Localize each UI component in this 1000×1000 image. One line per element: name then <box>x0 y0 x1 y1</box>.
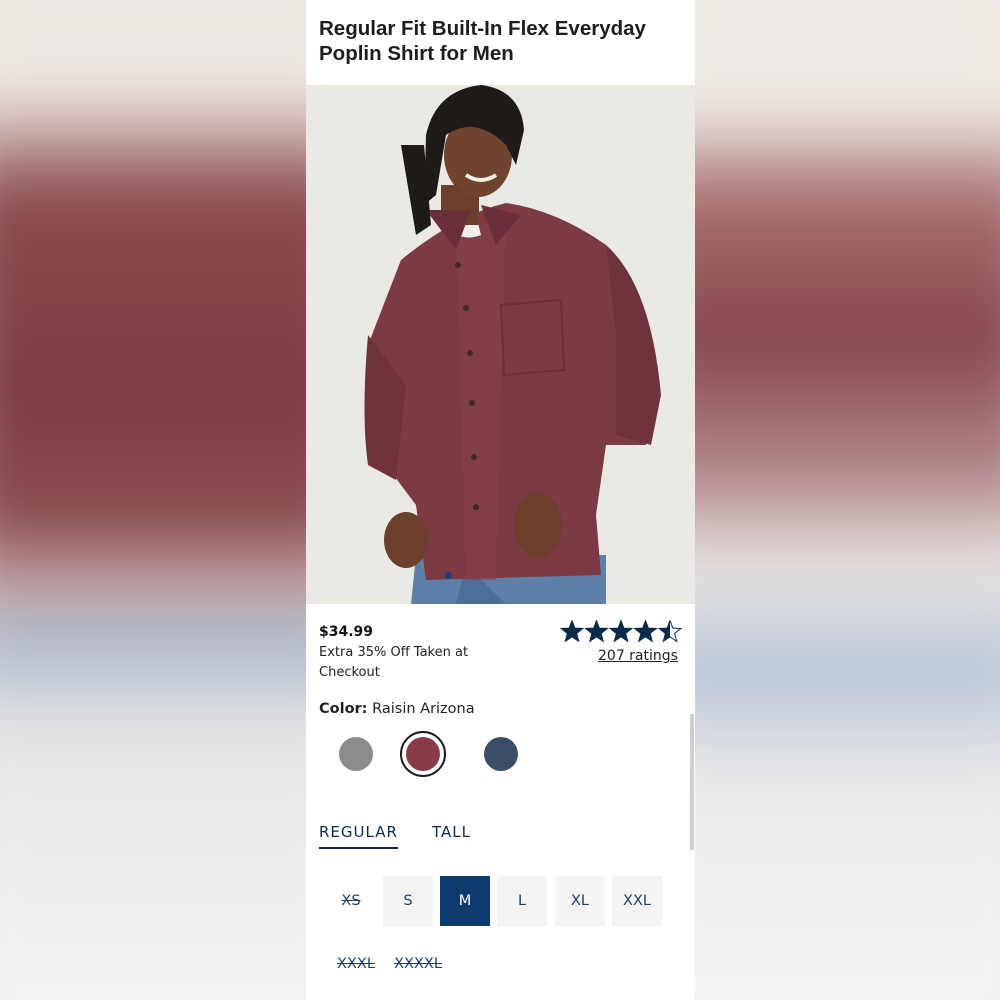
size-xxxl[interactable]: XXXL <box>326 939 386 989</box>
carousel-indicator-dot[interactable] <box>445 572 452 579</box>
size-l[interactable]: L <box>497 876 547 926</box>
color-label: Color: <box>319 701 368 717</box>
size-s[interactable]: S <box>383 876 433 926</box>
tab-tall[interactable]: TALL <box>432 823 471 847</box>
star-icon <box>608 620 634 643</box>
raisin-swatch[interactable] <box>400 731 446 777</box>
scrollbar[interactable] <box>690 714 694 850</box>
tab-regular[interactable]: REGULAR <box>319 823 398 849</box>
size-xxl[interactable]: XXL <box>612 876 662 926</box>
grey-swatch[interactable] <box>333 731 379 777</box>
star-icon <box>584 620 609 643</box>
color-label-row: Color: Raisin Arizona <box>319 701 475 717</box>
navy-swatch-fill <box>484 737 518 771</box>
product-title: Regular Fit Built-In Flex Everyday Popli… <box>319 17 646 65</box>
color-selected-name: Raisin Arizona <box>372 701 475 717</box>
raisin-swatch-fill <box>406 737 440 771</box>
size-xxxxl[interactable]: XXXXL <box>388 939 448 989</box>
navy-swatch[interactable] <box>478 731 524 777</box>
product-image[interactable] <box>306 85 695 604</box>
product-panel: Regular Fit Built-In Flex Everyday Popli… <box>306 0 695 1000</box>
star-icon <box>633 620 658 643</box>
star-icon <box>560 620 585 643</box>
star-rating[interactable] <box>560 620 682 644</box>
ratings-link[interactable]: 207 ratings <box>598 648 678 664</box>
size-xs[interactable]: XS <box>326 876 376 926</box>
grey-swatch-fill <box>339 737 373 771</box>
size-xl[interactable]: XL <box>555 876 605 926</box>
price: $34.99 <box>319 624 374 640</box>
promo-text: Extra 35% Off Taken at Checkout <box>319 645 469 680</box>
star-icon <box>657 620 682 643</box>
size-m[interactable]: M <box>440 876 490 926</box>
